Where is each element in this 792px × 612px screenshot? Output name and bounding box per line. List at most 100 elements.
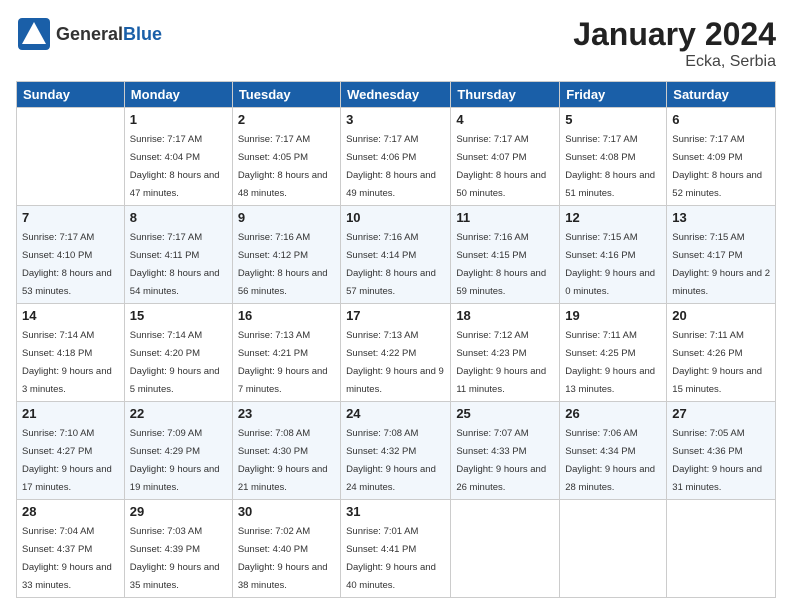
day-number: 11: [456, 210, 554, 225]
day-number: 14: [22, 308, 119, 323]
day-info: Sunrise: 7:15 AMSunset: 4:17 PMDaylight:…: [672, 232, 770, 297]
col-sunday: Sunday: [17, 82, 125, 108]
calendar-week-row: 28 Sunrise: 7:04 AMSunset: 4:37 PMDayligh…: [17, 500, 776, 598]
day-info: Sunrise: 7:16 AMSunset: 4:12 PMDaylight:…: [238, 232, 328, 297]
day-number: 6: [672, 112, 770, 127]
day-info: Sunrise: 7:16 AMSunset: 4:15 PMDaylight:…: [456, 232, 546, 297]
day-info: Sunrise: 7:15 AMSunset: 4:16 PMDaylight:…: [565, 232, 655, 297]
day-number: 3: [346, 112, 445, 127]
subtitle: Ecka, Serbia: [573, 53, 776, 71]
day-info: Sunrise: 7:14 AMSunset: 4:18 PMDaylight:…: [22, 330, 112, 395]
day-info: Sunrise: 7:02 AMSunset: 4:40 PMDaylight:…: [238, 526, 328, 591]
table-row: 21 Sunrise: 7:10 AMSunset: 4:27 PMDayligh…: [17, 402, 125, 500]
day-number: 21: [22, 406, 119, 421]
page: GeneralBlue January 2024 Ecka, Serbia Su…: [0, 0, 792, 612]
day-number: 18: [456, 308, 554, 323]
col-tuesday: Tuesday: [232, 82, 340, 108]
table-row: 5 Sunrise: 7:17 AMSunset: 4:08 PMDaylight…: [560, 108, 667, 206]
table-row: 31 Sunrise: 7:01 AMSunset: 4:41 PMDayligh…: [341, 500, 451, 598]
day-number: 28: [22, 504, 119, 519]
col-saturday: Saturday: [667, 82, 776, 108]
table-row: 22 Sunrise: 7:09 AMSunset: 4:29 PMDayligh…: [124, 402, 232, 500]
day-number: 19: [565, 308, 661, 323]
table-row: 4 Sunrise: 7:17 AMSunset: 4:07 PMDaylight…: [451, 108, 560, 206]
col-thursday: Thursday: [451, 82, 560, 108]
day-info: Sunrise: 7:11 AMSunset: 4:25 PMDaylight:…: [565, 330, 655, 395]
day-info: Sunrise: 7:14 AMSunset: 4:20 PMDaylight:…: [130, 330, 220, 395]
day-info: Sunrise: 7:10 AMSunset: 4:27 PMDaylight:…: [22, 428, 112, 493]
day-info: Sunrise: 7:17 AMSunset: 4:07 PMDaylight:…: [456, 134, 546, 199]
table-row: 7 Sunrise: 7:17 AMSunset: 4:10 PMDaylight…: [17, 206, 125, 304]
day-info: Sunrise: 7:12 AMSunset: 4:23 PMDaylight:…: [456, 330, 546, 395]
day-info: Sunrise: 7:03 AMSunset: 4:39 PMDaylight:…: [130, 526, 220, 591]
table-row: 11 Sunrise: 7:16 AMSunset: 4:15 PMDayligh…: [451, 206, 560, 304]
table-row: 23 Sunrise: 7:08 AMSunset: 4:30 PMDayligh…: [232, 402, 340, 500]
col-friday: Friday: [560, 82, 667, 108]
day-number: 7: [22, 210, 119, 225]
table-row: 2Sunrise: 7:17 AMSunset: 4:05 PMDaylight…: [232, 108, 340, 206]
day-info: Sunrise: 7:08 AMSunset: 4:32 PMDaylight:…: [346, 428, 436, 493]
table-row: 19 Sunrise: 7:11 AMSunset: 4:25 PMDayligh…: [560, 304, 667, 402]
table-row: 27 Sunrise: 7:05 AMSunset: 4:36 PMDayligh…: [667, 402, 776, 500]
day-number: 5: [565, 112, 661, 127]
day-info: Sunrise: 7:11 AMSunset: 4:26 PMDaylight:…: [672, 330, 762, 395]
table-row: 6 Sunrise: 7:17 AMSunset: 4:09 PMDaylight…: [667, 108, 776, 206]
day-number: 31: [346, 504, 445, 519]
header: GeneralBlue January 2024 Ecka, Serbia: [16, 16, 776, 71]
table-row: [451, 500, 560, 598]
table-row: 1Sunrise: 7:17 AMSunset: 4:04 PMDaylight…: [124, 108, 232, 206]
logo-icon: [16, 16, 52, 52]
day-number: 15: [130, 308, 227, 323]
day-number: 27: [672, 406, 770, 421]
day-number: 29: [130, 504, 227, 519]
day-info: Sunrise: 7:17 AMSunset: 4:10 PMDaylight:…: [22, 232, 112, 297]
day-number: 23: [238, 406, 335, 421]
calendar-header-row: Sunday Monday Tuesday Wednesday Thursday…: [17, 82, 776, 108]
day-number: 13: [672, 210, 770, 225]
day-info: Sunrise: 7:17 AMSunset: 4:04 PMDaylight:…: [130, 134, 220, 199]
day-number: 8: [130, 210, 227, 225]
title-block: January 2024 Ecka, Serbia: [573, 16, 776, 71]
table-row: 12 Sunrise: 7:15 AMSunset: 4:16 PMDayligh…: [560, 206, 667, 304]
table-row: 24Sunrise: 7:08 AMSunset: 4:32 PMDayligh…: [341, 402, 451, 500]
logo-general: General: [56, 24, 123, 44]
day-info: Sunrise: 7:05 AMSunset: 4:36 PMDaylight:…: [672, 428, 762, 493]
col-monday: Monday: [124, 82, 232, 108]
calendar-week-row: 21 Sunrise: 7:10 AMSunset: 4:27 PMDayligh…: [17, 402, 776, 500]
day-info: Sunrise: 7:06 AMSunset: 4:34 PMDaylight:…: [565, 428, 655, 493]
table-row: [667, 500, 776, 598]
calendar-week-row: 7 Sunrise: 7:17 AMSunset: 4:10 PMDaylight…: [17, 206, 776, 304]
table-row: 10 Sunrise: 7:16 AMSunset: 4:14 PMDayligh…: [341, 206, 451, 304]
day-info: Sunrise: 7:09 AMSunset: 4:29 PMDaylight:…: [130, 428, 220, 493]
day-info: Sunrise: 7:17 AMSunset: 4:06 PMDaylight:…: [346, 134, 436, 199]
table-row: 28 Sunrise: 7:04 AMSunset: 4:37 PMDayligh…: [17, 500, 125, 598]
day-info: Sunrise: 7:17 AMSunset: 4:09 PMDaylight:…: [672, 134, 762, 199]
day-info: Sunrise: 7:07 AMSunset: 4:33 PMDaylight:…: [456, 428, 546, 493]
day-info: Sunrise: 7:17 AMSunset: 4:05 PMDaylight:…: [238, 134, 328, 199]
day-number: 10: [346, 210, 445, 225]
table-row: 14 Sunrise: 7:14 AMSunset: 4:18 PMDayligh…: [17, 304, 125, 402]
col-wednesday: Wednesday: [341, 82, 451, 108]
day-info: Sunrise: 7:01 AMSunset: 4:41 PMDaylight:…: [346, 526, 436, 591]
day-info: Sunrise: 7:08 AMSunset: 4:30 PMDaylight:…: [238, 428, 328, 493]
main-title: January 2024: [573, 16, 776, 53]
day-info: Sunrise: 7:17 AMSunset: 4:08 PMDaylight:…: [565, 134, 655, 199]
calendar-week-row: 14 Sunrise: 7:14 AMSunset: 4:18 PMDayligh…: [17, 304, 776, 402]
day-number: 25: [456, 406, 554, 421]
table-row: 29 Sunrise: 7:03 AMSunset: 4:39 PMDayligh…: [124, 500, 232, 598]
table-row: 18 Sunrise: 7:12 AMSunset: 4:23 PMDayligh…: [451, 304, 560, 402]
day-number: 12: [565, 210, 661, 225]
table-row: 16Sunrise: 7:13 AMSunset: 4:21 PMDayligh…: [232, 304, 340, 402]
table-row: 13 Sunrise: 7:15 AMSunset: 4:17 PMDayligh…: [667, 206, 776, 304]
day-number: 17: [346, 308, 445, 323]
day-number: 16: [238, 308, 335, 323]
day-number: 4: [456, 112, 554, 127]
logo: GeneralBlue: [16, 16, 162, 52]
table-row: 30Sunrise: 7:02 AMSunset: 4:40 PMDayligh…: [232, 500, 340, 598]
day-info: Sunrise: 7:04 AMSunset: 4:37 PMDaylight:…: [22, 526, 112, 591]
day-info: Sunrise: 7:16 AMSunset: 4:14 PMDaylight:…: [346, 232, 436, 297]
table-row: 3 Sunrise: 7:17 AMSunset: 4:06 PMDaylight…: [341, 108, 451, 206]
day-number: 22: [130, 406, 227, 421]
calendar-table: Sunday Monday Tuesday Wednesday Thursday…: [16, 81, 776, 598]
day-info: Sunrise: 7:17 AMSunset: 4:11 PMDaylight:…: [130, 232, 220, 297]
